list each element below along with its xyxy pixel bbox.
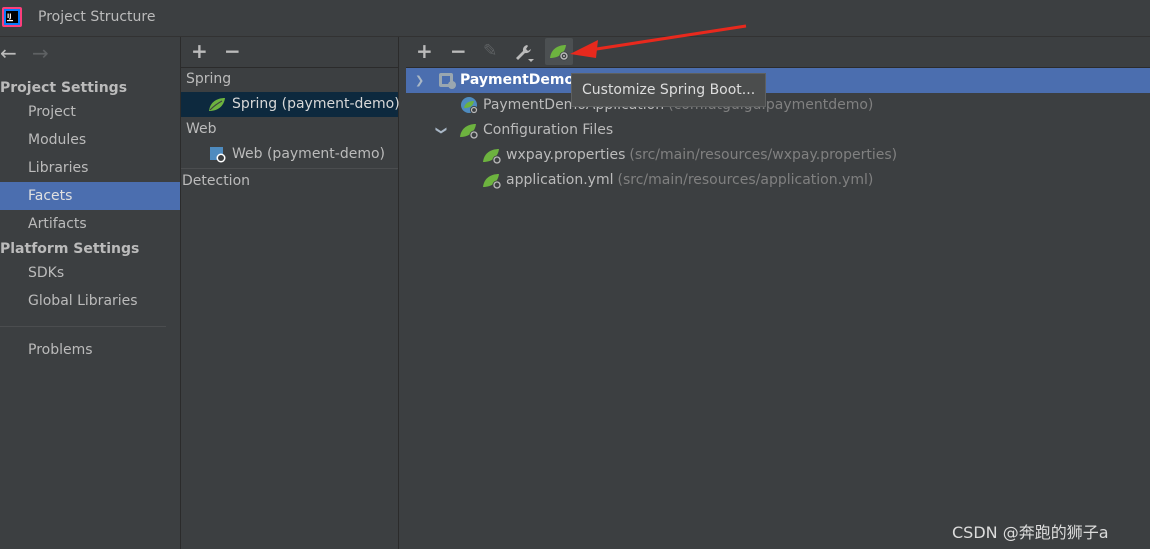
spring-context-tree: ❯ PaymentDemoA PaymentDemoApplication(co…	[406, 68, 1150, 549]
tree-row-label: application.yml	[506, 172, 614, 188]
facets-pane: + − Spring Spring (payment-demo) Web Web…	[181, 37, 400, 549]
facet-item-label: Web (payment-demo)	[232, 146, 386, 162]
watermark: CSDN @奔跑的狮子a	[952, 523, 1109, 542]
web-module-icon	[210, 147, 226, 163]
tree-row-hint: (src/main/resources/application.yml)	[617, 172, 874, 188]
window-title: Project Structure	[38, 9, 156, 25]
sidebar-item-label: Project	[28, 104, 76, 120]
sidebar-item-label: SDKs	[28, 265, 65, 281]
sidebar-item-sdks[interactable]: SDKs	[0, 259, 180, 287]
chevron-down-icon[interactable]: ❯	[429, 126, 454, 135]
platform-settings-header: Platform Settings	[0, 241, 140, 257]
facet-item-web[interactable]: Web (payment-demo)	[181, 142, 398, 167]
detection-item[interactable]: Detection	[182, 173, 250, 189]
sidebar-item-problems[interactable]: Problems	[0, 336, 180, 364]
sidebar-item-facets[interactable]: Facets	[0, 182, 180, 210]
svg-text:IJ: IJ	[7, 13, 11, 20]
sidebar-item-global-libraries[interactable]: Global Libraries	[0, 287, 180, 315]
sidebar-item-label: Modules	[28, 132, 87, 148]
back-arrow-icon[interactable]: ←	[0, 43, 17, 63]
sidebar-item-modules[interactable]: Modules	[0, 126, 180, 154]
sidebar-item-label: Facets	[28, 188, 73, 204]
sidebar-item-label: Global Libraries	[28, 293, 138, 309]
remove-context-button[interactable]: −	[450, 41, 467, 61]
facets-divider	[181, 168, 398, 169]
spring-leaf-icon	[209, 98, 225, 111]
remove-facet-button[interactable]: −	[224, 41, 241, 61]
project-settings-header: Project Settings	[0, 80, 128, 96]
tree-row-configuration-files[interactable]: ❯ Configuration Files	[406, 118, 1150, 143]
toolbar-divider	[181, 67, 398, 68]
spring-toolbar: + − ✎	[406, 37, 1150, 68]
spring-facet-pane: + − ✎ ❯ PaymentDemoA (com.atguigu.paymen…	[406, 37, 1150, 549]
wrench-icon[interactable]	[514, 43, 534, 63]
sidebar-item-label: Problems	[28, 342, 93, 358]
add-facet-button[interactable]: +	[191, 41, 208, 61]
tree-row-config-file[interactable]: application.yml (src/main/resources/appli…	[406, 168, 1150, 193]
chevron-down-icon[interactable]: ❯	[415, 68, 424, 93]
tree-row-hint: (src/main/resources/wxpay.properties)	[629, 147, 898, 163]
spring-config-file-icon	[483, 174, 502, 190]
tree-row-config-file[interactable]: wxpay.properties (src/main/resources/wxpa…	[406, 143, 1150, 168]
sidebar-divider	[0, 326, 166, 327]
forward-arrow-icon[interactable]: →	[32, 43, 49, 63]
tree-row-application[interactable]: PaymentDemoApplication(com.atguigu.payme…	[406, 93, 1150, 118]
edit-context-button[interactable]: ✎	[483, 41, 497, 61]
spring-application-icon	[461, 97, 478, 114]
customize-spring-boot-tooltip: Customize Spring Boot...	[571, 73, 767, 107]
facet-group-spring[interactable]: Spring	[186, 71, 231, 87]
module-icon	[439, 73, 456, 89]
settings-sidebar: ← → Project Settings Project Modules Lib…	[0, 37, 181, 549]
intellij-logo-icon: IJ	[2, 7, 22, 27]
spring-config-file-icon	[483, 149, 502, 165]
sidebar-item-label: Libraries	[28, 160, 89, 176]
sidebar-item-project[interactable]: Project	[0, 98, 180, 126]
facet-group-web[interactable]: Web	[186, 121, 217, 137]
sidebar-item-libraries[interactable]: Libraries	[0, 154, 180, 182]
tree-row-label: PaymentDemoA	[460, 72, 585, 88]
tree-row-label: Configuration Files	[483, 122, 614, 138]
add-context-button[interactable]: +	[416, 41, 433, 61]
tree-row-label: wxpay.properties	[506, 147, 626, 163]
sidebar-item-artifacts[interactable]: Artifacts	[0, 210, 180, 238]
annotation-arrow-icon	[570, 24, 747, 58]
sidebar-item-label: Artifacts	[28, 216, 87, 232]
facet-item-label: Spring (payment-demo)	[232, 96, 400, 112]
facet-item-spring[interactable]: Spring (payment-demo)	[181, 92, 400, 117]
tree-row-root[interactable]: ❯ PaymentDemoA	[406, 68, 1150, 93]
spring-config-icon	[460, 124, 479, 140]
